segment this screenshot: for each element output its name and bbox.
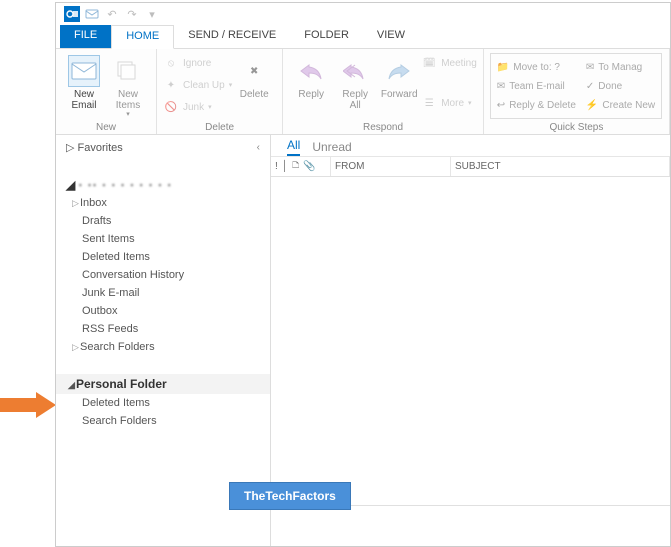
folder-deleted[interactable]: Deleted Items — [56, 248, 270, 266]
reply-icon — [295, 55, 327, 87]
mail-forward-icon: ✉ — [586, 62, 594, 73]
outlook-logo-icon — [64, 6, 80, 22]
outlook-window: ↶ ↷ ▾ FILE HOME SEND / RECEIVE FOLDER VI… — [55, 2, 671, 547]
caret-right-icon: ▷ — [66, 142, 74, 154]
reply-all-icon — [339, 55, 371, 87]
new-email-icon — [68, 55, 100, 87]
ribbon-tabs: FILE HOME SEND / RECEIVE FOLDER VIEW — [56, 25, 670, 49]
redo-icon: ↷ — [124, 6, 140, 22]
forward-button[interactable]: Forward — [377, 51, 421, 100]
group-delete: ⦸ Ignore ✦ Clean Up▾ 🚫 Junk▾ ✖ Delete — [157, 49, 283, 134]
folder-drafts[interactable]: Drafts — [56, 212, 270, 230]
group-delete-label: Delete — [163, 121, 276, 134]
folder-junk[interactable]: Junk E-mail — [56, 284, 270, 302]
folder-move-icon: 📁 — [497, 62, 509, 73]
mail-icon: ✉ — [497, 81, 505, 92]
meeting-button[interactable]: 🗓 Meeting — [421, 53, 477, 73]
header-subject[interactable]: SUBJECT — [451, 157, 670, 176]
folder-outbox[interactable]: Outbox — [56, 302, 270, 320]
forward-icon — [383, 55, 415, 87]
tab-home[interactable]: HOME — [111, 25, 174, 49]
caret-right-icon: ▷ — [72, 198, 80, 209]
send-receive-icon[interactable] — [84, 6, 100, 22]
qs-createnew[interactable]: ⚡Create New — [586, 96, 655, 114]
filter-all[interactable]: All — [287, 138, 300, 156]
filter-row: All Unread — [271, 135, 670, 157]
cleanup-icon: ✦ — [163, 77, 179, 93]
lightning-icon: ⚡ — [586, 100, 598, 111]
more-icon: ☰ — [421, 95, 437, 111]
delete-button[interactable]: ✖ Delete — [232, 51, 276, 100]
ignore-icon: ⦸ — [163, 55, 179, 71]
qs-teamemail[interactable]: ✉Team E-mail — [497, 77, 576, 95]
caret-down-icon: ◢ — [68, 380, 76, 391]
tab-file[interactable]: FILE — [60, 25, 111, 48]
importance-column-icon: ! — [275, 161, 280, 172]
header-from[interactable]: FROM — [331, 157, 451, 176]
favorites-header[interactable]: ▷ Favorites ‹ — [56, 139, 270, 160]
new-email-button[interactable]: New Email — [62, 51, 106, 111]
qat-customize-icon[interactable]: ▾ — [144, 6, 160, 22]
quick-access-toolbar: ↶ ↷ ▾ — [56, 3, 670, 25]
attachment-column-icon: 📎 — [303, 161, 317, 172]
personal-folder-header[interactable]: ◢Personal Folder — [56, 374, 270, 394]
pf-search-folders[interactable]: Search Folders — [56, 412, 270, 430]
qs-moveto[interactable]: 📁Move to: ? — [497, 58, 576, 76]
group-new-label: New — [62, 121, 150, 134]
group-respond-label: Respond — [289, 121, 477, 134]
ignore-button[interactable]: ⦸ Ignore — [163, 53, 232, 73]
caret-right-icon: ▷ — [72, 342, 80, 353]
new-email-label: New Email — [71, 89, 96, 111]
account-root[interactable]: ◢ · ·· · · · · · · · · — [56, 174, 270, 194]
folder-inbox[interactable]: ▷Inbox — [56, 194, 270, 212]
group-quicksteps-label: Quick Steps — [490, 121, 663, 134]
tab-folder[interactable]: FOLDER — [290, 25, 363, 48]
tab-send-receive[interactable]: SEND / RECEIVE — [174, 25, 290, 48]
reminder-column-icon: │ — [282, 161, 290, 172]
workspace: ▷ Favorites ‹ ◢ · ·· · · · · · · · · ▷In… — [56, 135, 670, 546]
group-respond: Reply Reply All Forward 🗓 — [283, 49, 484, 134]
new-items-button[interactable]: New Items▾ — [106, 51, 150, 119]
new-items-icon — [112, 55, 144, 87]
column-headers: ! │ 🗅 📎 FROM SUBJECT — [271, 157, 670, 177]
folder-search-folders[interactable]: ▷Search Folders — [56, 338, 270, 356]
caret-down-icon: ◢ — [66, 178, 75, 192]
meeting-icon: 🗓 — [421, 55, 437, 71]
reply-all-button[interactable]: Reply All — [333, 51, 377, 111]
collapse-pane-icon[interactable]: ‹ — [257, 142, 260, 153]
reply-button[interactable]: Reply — [289, 51, 333, 100]
tab-view[interactable]: VIEW — [363, 25, 419, 48]
undo-icon[interactable]: ↶ — [104, 6, 120, 22]
icon-column-icon: 🗅 — [292, 158, 301, 175]
check-icon: ✓ — [586, 81, 594, 92]
watermark-badge: TheTechFactors — [229, 482, 351, 510]
quick-steps-gallery[interactable]: 📁Move to: ? ✉To Manag ✉Team E-mail ✓Done… — [490, 53, 662, 119]
callout-arrow — [0, 392, 58, 418]
delete-icon: ✖ — [238, 55, 270, 87]
qs-tomanager[interactable]: ✉To Manag — [586, 58, 655, 76]
junk-button[interactable]: 🚫 Junk▾ — [163, 97, 232, 117]
folder-rss[interactable]: RSS Feeds — [56, 320, 270, 338]
filter-unread[interactable]: Unread — [312, 140, 351, 156]
folder-conversation-history[interactable]: Conversation History — [56, 266, 270, 284]
cleanup-button[interactable]: ✦ Clean Up▾ — [163, 75, 232, 95]
qs-done[interactable]: ✓Done — [586, 77, 655, 95]
group-new: New Email New Items▾ New — [56, 49, 157, 134]
header-icon-columns[interactable]: ! │ 🗅 📎 — [271, 157, 331, 176]
pf-deleted[interactable]: Deleted Items — [56, 394, 270, 412]
folder-sent[interactable]: Sent Items — [56, 230, 270, 248]
more-respond-button[interactable]: ☰ More▾ — [421, 93, 477, 113]
qs-replydelete[interactable]: ↩Reply & Delete — [497, 96, 576, 114]
new-items-label: New Items — [116, 89, 140, 111]
junk-icon: 🚫 — [163, 99, 179, 115]
group-quick-steps: 📁Move to: ? ✉To Manag ✉Team E-mail ✓Done… — [484, 49, 670, 134]
ribbon: New Email New Items▾ New ⦸ Ignore — [56, 49, 670, 135]
message-list-empty — [271, 177, 670, 506]
reply-delete-icon: ↩ — [497, 100, 505, 111]
